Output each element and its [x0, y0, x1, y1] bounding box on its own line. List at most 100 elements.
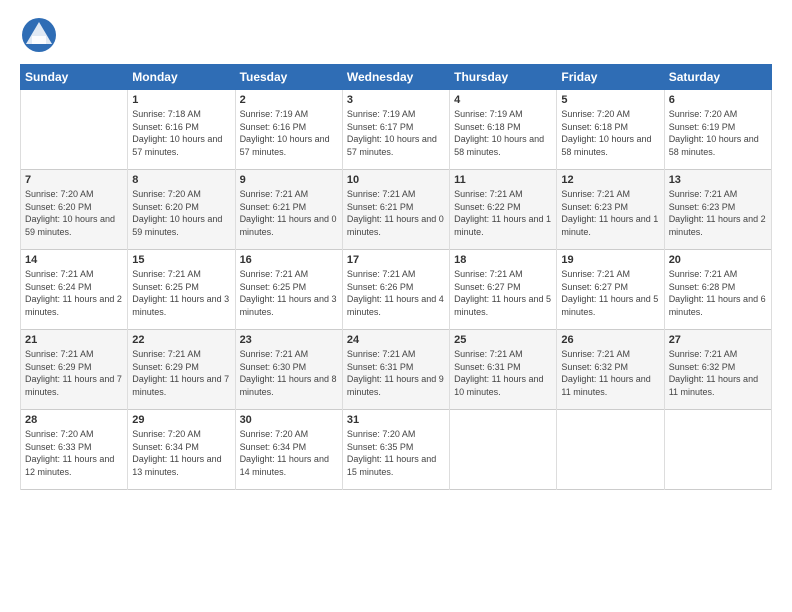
- day-number: 12: [561, 174, 659, 186]
- calendar-cell: 22 Sunrise: 7:21 AMSunset: 6:29 PMDayligh…: [128, 330, 235, 410]
- cell-info: Sunrise: 7:18 AMSunset: 6:16 PMDaylight:…: [132, 108, 230, 158]
- cell-info: Sunrise: 7:21 AMSunset: 6:25 PMDaylight:…: [132, 268, 230, 318]
- day-number: 8: [132, 174, 230, 186]
- cell-info: Sunrise: 7:21 AMSunset: 6:23 PMDaylight:…: [561, 188, 659, 238]
- calendar-cell: 2 Sunrise: 7:19 AMSunset: 6:16 PMDaylight…: [235, 90, 342, 170]
- day-number: 28: [25, 414, 123, 426]
- calendar-cell: 25 Sunrise: 7:21 AMSunset: 6:31 PMDayligh…: [450, 330, 557, 410]
- week-row-3: 14 Sunrise: 7:21 AMSunset: 6:24 PMDayligh…: [21, 250, 772, 330]
- cell-info: Sunrise: 7:20 AMSunset: 6:19 PMDaylight:…: [669, 108, 767, 158]
- calendar-cell: [21, 90, 128, 170]
- weekday-header-saturday: Saturday: [664, 65, 771, 90]
- calendar-cell: [664, 410, 771, 490]
- calendar-cell: 1Sunrise: 7:18 AMSunset: 6:16 PMDaylight…: [128, 90, 235, 170]
- cell-info: Sunrise: 7:20 AMSunset: 6:34 PMDaylight:…: [240, 428, 338, 478]
- logo: [20, 16, 62, 54]
- day-number: 5: [561, 94, 659, 106]
- cell-info: Sunrise: 7:21 AMSunset: 6:28 PMDaylight:…: [669, 268, 767, 318]
- day-number: 26: [561, 334, 659, 346]
- day-number: 2: [240, 94, 338, 106]
- day-number: 15: [132, 254, 230, 266]
- cell-info: Sunrise: 7:21 AMSunset: 6:29 PMDaylight:…: [132, 348, 230, 398]
- calendar-cell: 27 Sunrise: 7:21 AMSunset: 6:32 PMDayligh…: [664, 330, 771, 410]
- weekday-header-tuesday: Tuesday: [235, 65, 342, 90]
- day-number: 7: [25, 174, 123, 186]
- calendar-cell: 19 Sunrise: 7:21 AMSunset: 6:27 PMDayligh…: [557, 250, 664, 330]
- calendar-cell: 10 Sunrise: 7:21 AMSunset: 6:21 PMDayligh…: [342, 170, 449, 250]
- day-number: 25: [454, 334, 552, 346]
- calendar-cell: 21 Sunrise: 7:21 AMSunset: 6:29 PMDayligh…: [21, 330, 128, 410]
- cell-info: Sunrise: 7:20 AMSunset: 6:35 PMDaylight:…: [347, 428, 445, 478]
- cell-info: Sunrise: 7:20 AMSunset: 6:20 PMDaylight:…: [132, 188, 230, 238]
- cell-info: Sunrise: 7:20 AMSunset: 6:18 PMDaylight:…: [561, 108, 659, 158]
- cell-info: Sunrise: 7:21 AMSunset: 6:24 PMDaylight:…: [25, 268, 123, 318]
- calendar-page: SundayMondayTuesdayWednesdayThursdayFrid…: [0, 0, 792, 612]
- calendar-cell: 24 Sunrise: 7:21 AMSunset: 6:31 PMDayligh…: [342, 330, 449, 410]
- cell-info: Sunrise: 7:20 AMSunset: 6:33 PMDaylight:…: [25, 428, 123, 478]
- weekday-header-friday: Friday: [557, 65, 664, 90]
- calendar-cell: 8 Sunrise: 7:20 AMSunset: 6:20 PMDaylight…: [128, 170, 235, 250]
- day-number: 27: [669, 334, 767, 346]
- week-row-2: 7 Sunrise: 7:20 AMSunset: 6:20 PMDaylight…: [21, 170, 772, 250]
- header: [20, 16, 772, 54]
- day-number: 9: [240, 174, 338, 186]
- weekday-header-wednesday: Wednesday: [342, 65, 449, 90]
- day-number: 31: [347, 414, 445, 426]
- cell-info: Sunrise: 7:21 AMSunset: 6:30 PMDaylight:…: [240, 348, 338, 398]
- day-number: 29: [132, 414, 230, 426]
- weekday-header-monday: Monday: [128, 65, 235, 90]
- cell-info: Sunrise: 7:20 AMSunset: 6:34 PMDaylight:…: [132, 428, 230, 478]
- calendar-cell: [557, 410, 664, 490]
- cell-info: Sunrise: 7:21 AMSunset: 6:27 PMDaylight:…: [561, 268, 659, 318]
- calendar-cell: 26 Sunrise: 7:21 AMSunset: 6:32 PMDayligh…: [557, 330, 664, 410]
- cell-info: Sunrise: 7:21 AMSunset: 6:31 PMDaylight:…: [454, 348, 552, 398]
- cell-info: Sunrise: 7:21 AMSunset: 6:23 PMDaylight:…: [669, 188, 767, 238]
- day-number: 24: [347, 334, 445, 346]
- cell-info: Sunrise: 7:21 AMSunset: 6:32 PMDaylight:…: [669, 348, 767, 398]
- calendar-cell: 30 Sunrise: 7:20 AMSunset: 6:34 PMDayligh…: [235, 410, 342, 490]
- calendar-cell: 4 Sunrise: 7:19 AMSunset: 6:18 PMDaylight…: [450, 90, 557, 170]
- day-number: 10: [347, 174, 445, 186]
- cell-info: Sunrise: 7:21 AMSunset: 6:27 PMDaylight:…: [454, 268, 552, 318]
- cell-info: Sunrise: 7:21 AMSunset: 6:31 PMDaylight:…: [347, 348, 445, 398]
- day-number: 13: [669, 174, 767, 186]
- cell-info: Sunrise: 7:20 AMSunset: 6:20 PMDaylight:…: [25, 188, 123, 238]
- cell-info: Sunrise: 7:21 AMSunset: 6:21 PMDaylight:…: [347, 188, 445, 238]
- day-number: 19: [561, 254, 659, 266]
- cell-info: Sunrise: 7:19 AMSunset: 6:17 PMDaylight:…: [347, 108, 445, 158]
- calendar-cell: 28 Sunrise: 7:20 AMSunset: 6:33 PMDayligh…: [21, 410, 128, 490]
- cell-info: Sunrise: 7:21 AMSunset: 6:32 PMDaylight:…: [561, 348, 659, 398]
- calendar-cell: 14 Sunrise: 7:21 AMSunset: 6:24 PMDayligh…: [21, 250, 128, 330]
- week-row-1: 1Sunrise: 7:18 AMSunset: 6:16 PMDaylight…: [21, 90, 772, 170]
- weekday-header-row: SundayMondayTuesdayWednesdayThursdayFrid…: [21, 65, 772, 90]
- day-number: 30: [240, 414, 338, 426]
- cell-info: Sunrise: 7:19 AMSunset: 6:18 PMDaylight:…: [454, 108, 552, 158]
- calendar-cell: 6 Sunrise: 7:20 AMSunset: 6:19 PMDaylight…: [664, 90, 771, 170]
- weekday-header-thursday: Thursday: [450, 65, 557, 90]
- cell-info: Sunrise: 7:21 AMSunset: 6:29 PMDaylight:…: [25, 348, 123, 398]
- day-number: 18: [454, 254, 552, 266]
- week-row-4: 21 Sunrise: 7:21 AMSunset: 6:29 PMDayligh…: [21, 330, 772, 410]
- day-number: 14: [25, 254, 123, 266]
- calendar-cell: 5 Sunrise: 7:20 AMSunset: 6:18 PMDaylight…: [557, 90, 664, 170]
- calendar-cell: 23 Sunrise: 7:21 AMSunset: 6:30 PMDayligh…: [235, 330, 342, 410]
- weekday-header-sunday: Sunday: [21, 65, 128, 90]
- day-number: 21: [25, 334, 123, 346]
- calendar-cell: 12 Sunrise: 7:21 AMSunset: 6:23 PMDayligh…: [557, 170, 664, 250]
- day-number: 4: [454, 94, 552, 106]
- cell-info: Sunrise: 7:21 AMSunset: 6:22 PMDaylight:…: [454, 188, 552, 238]
- calendar-cell: 16Sunrise: 7:21 AMSunset: 6:25 PMDayligh…: [235, 250, 342, 330]
- day-number: 3: [347, 94, 445, 106]
- week-row-5: 28 Sunrise: 7:20 AMSunset: 6:33 PMDayligh…: [21, 410, 772, 490]
- cell-info: Sunrise: 7:19 AMSunset: 6:16 PMDaylight:…: [240, 108, 338, 158]
- calendar-cell: 18 Sunrise: 7:21 AMSunset: 6:27 PMDayligh…: [450, 250, 557, 330]
- day-number: 22: [132, 334, 230, 346]
- cell-info: Sunrise: 7:21 AMSunset: 6:25 PMDaylight:…: [240, 268, 338, 318]
- day-number: 23: [240, 334, 338, 346]
- calendar-cell: [450, 410, 557, 490]
- calendar-cell: 31 Sunrise: 7:20 AMSunset: 6:35 PMDayligh…: [342, 410, 449, 490]
- calendar-cell: 15 Sunrise: 7:21 AMSunset: 6:25 PMDayligh…: [128, 250, 235, 330]
- calendar-cell: 20Sunrise: 7:21 AMSunset: 6:28 PMDayligh…: [664, 250, 771, 330]
- calendar-cell: 7 Sunrise: 7:20 AMSunset: 6:20 PMDaylight…: [21, 170, 128, 250]
- day-number: 6: [669, 94, 767, 106]
